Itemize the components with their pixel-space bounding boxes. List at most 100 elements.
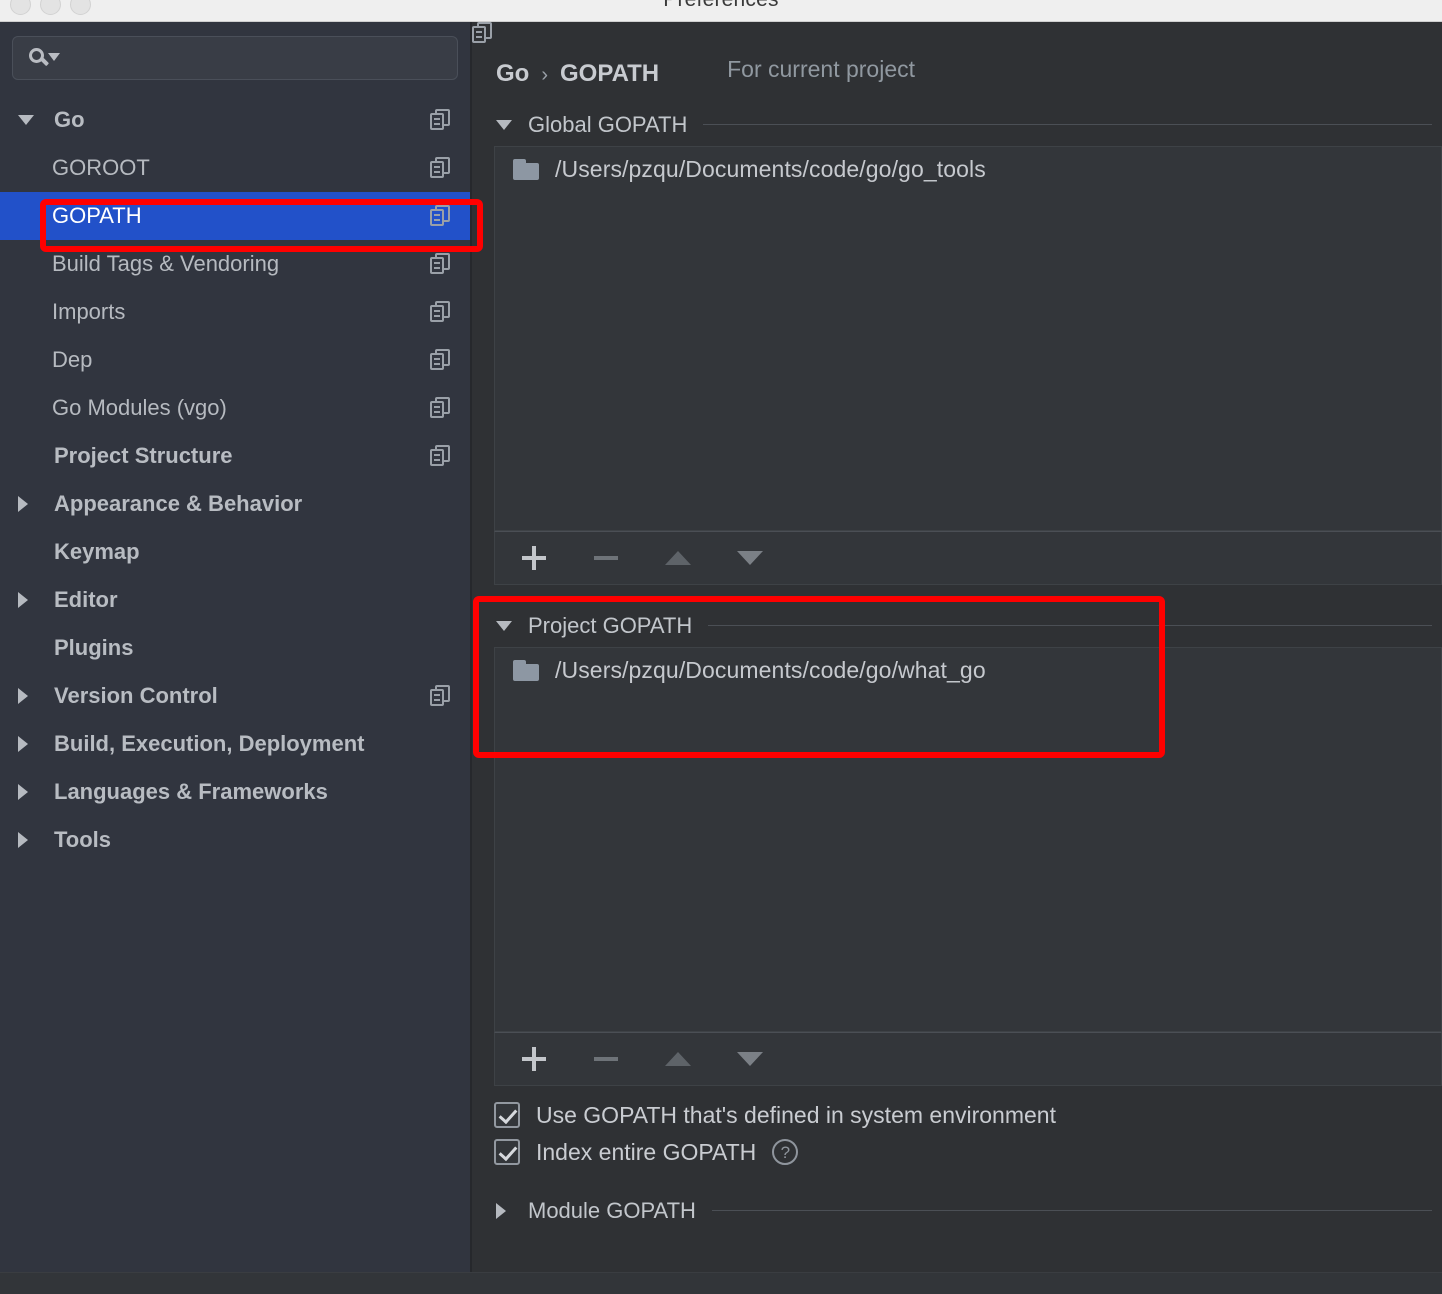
window-title: Preferences xyxy=(0,0,1442,12)
sidebar-item-project-structure[interactable]: Project Structure xyxy=(0,432,470,480)
search-input[interactable] xyxy=(59,48,457,68)
index-entire-gopath-row[interactable]: Index entire GOPATH ? xyxy=(472,1139,1442,1166)
folder-icon xyxy=(513,659,541,682)
move-down-button[interactable] xyxy=(733,541,767,575)
settings-detail-panel: Go › GOPATH For current project Global G… xyxy=(472,22,1442,1272)
sidebar-item-label: GOPATH xyxy=(52,203,142,228)
chevron-right-icon[interactable] xyxy=(18,784,40,800)
help-icon[interactable]: ? xyxy=(772,1139,799,1165)
scope-indicator: For current project xyxy=(472,22,916,83)
sidebar-item-label: GOROOT xyxy=(52,155,150,180)
chevron-right-icon[interactable] xyxy=(18,832,40,848)
move-up-button[interactable] xyxy=(661,541,695,575)
sidebar-item-label: Plugins xyxy=(54,635,134,660)
use-system-gopath-row[interactable]: Use GOPATH that's defined in system envi… xyxy=(472,1102,1442,1129)
list-item[interactable]: /Users/pzqu/Documents/code/go/go_tools xyxy=(495,147,1441,193)
module-gopath-section-header[interactable]: Module GOPATH xyxy=(472,1196,1442,1226)
breadcrumb-current: GOPATH xyxy=(560,59,660,87)
sidebar-item-version-control[interactable]: Version Control xyxy=(0,672,470,720)
sidebar-item-label: Languages & Frameworks xyxy=(54,779,328,804)
chevron-down-icon[interactable] xyxy=(496,119,516,130)
sidebar-item-label: Keymap xyxy=(54,539,140,564)
gopath-entry-path: /Users/pzqu/Documents/code/go/go_tools xyxy=(555,156,986,182)
project-gopath-entry-path: /Users/pzqu/Documents/code/go/what_go xyxy=(555,657,986,683)
copy-icon[interactable] xyxy=(430,205,452,227)
project-gopath-toolbar xyxy=(494,1031,1442,1086)
global-gopath-list[interactable]: /Users/pzqu/Documents/code/go/go_tools xyxy=(494,145,1442,531)
sidebar-item-goroot[interactable]: GOROOT xyxy=(0,144,470,192)
copy-icon[interactable] xyxy=(430,157,452,179)
chevron-right-icon[interactable] xyxy=(18,688,40,704)
folder-icon xyxy=(513,158,541,181)
breadcrumb-root[interactable]: Go xyxy=(496,60,529,88)
copy-icon[interactable] xyxy=(430,397,452,419)
project-gopath-list[interactable]: /Users/pzqu/Documents/code/go/what_go xyxy=(494,646,1442,1032)
settings-tree: Go GOROOT GOPATH Build Tags & Vendoring Impo… xyxy=(0,96,470,864)
module-gopath-title: Module GOPATH xyxy=(528,1197,696,1223)
sidebar-item-label: Project Structure xyxy=(54,443,233,468)
sidebar-item-plugins[interactable]: Plugins xyxy=(0,624,470,672)
sidebar-item-label: Build Tags & Vendoring xyxy=(52,251,280,276)
sidebar-item-build-execution-deployment[interactable]: Build, Execution, Deployment xyxy=(0,720,470,768)
chevron-down-icon[interactable] xyxy=(496,620,516,631)
sidebar-item-label: Appearance & Behavior xyxy=(54,491,303,516)
search-icon xyxy=(29,46,60,70)
global-gopath-title: Global GOPATH xyxy=(528,111,688,137)
remove-project-gopath-button[interactable] xyxy=(589,1042,623,1076)
chevron-right-icon[interactable] xyxy=(18,736,40,752)
add-project-gopath-button[interactable] xyxy=(517,1042,551,1076)
copy-icon[interactable] xyxy=(430,685,452,707)
sidebar-item-editor[interactable]: Editor xyxy=(0,576,470,624)
section-rule xyxy=(708,625,1432,626)
project-gopath-title: Project GOPATH xyxy=(528,612,693,638)
sidebar-item-keymap[interactable]: Keymap xyxy=(0,528,470,576)
sidebar-item-label: Go Modules (vgo) xyxy=(52,395,227,420)
copy-icon[interactable] xyxy=(430,253,452,275)
move-down-button[interactable] xyxy=(733,1042,767,1076)
sidebar-item-go-modules-vgo[interactable]: Go Modules (vgo) xyxy=(0,384,470,432)
breadcrumb: Go › GOPATH For current project xyxy=(472,22,1442,88)
use-system-gopath-checkbox[interactable] xyxy=(494,1102,520,1128)
list-item[interactable]: /Users/pzqu/Documents/code/go/what_go xyxy=(495,648,1441,694)
window-body: Go GOROOT GOPATH Build Tags & Vendoring Impo… xyxy=(0,22,1442,1272)
search-box[interactable] xyxy=(12,36,458,80)
sidebar-item-dep[interactable]: Dep xyxy=(0,336,470,384)
breadcrumb-separator: › xyxy=(541,63,548,86)
window-titlebar: Preferences xyxy=(0,0,1442,22)
sidebar-item-languages-frameworks[interactable]: Languages & Frameworks xyxy=(0,768,470,816)
sidebar-item-build-tags-vendoring[interactable]: Build Tags & Vendoring xyxy=(0,240,470,288)
sidebar-item-label: Version Control xyxy=(54,683,218,708)
sidebar-item-gopath[interactable]: GOPATH xyxy=(0,192,470,240)
remove-gopath-button[interactable] xyxy=(589,541,623,575)
copy-icon[interactable] xyxy=(430,301,452,323)
chevron-right-icon[interactable] xyxy=(18,592,40,608)
chevron-down-icon[interactable] xyxy=(18,115,40,125)
move-up-button[interactable] xyxy=(661,1042,695,1076)
copy-icon[interactable] xyxy=(430,445,452,467)
window-bottom-strip xyxy=(0,1272,1442,1294)
sidebar-item-label: Dep xyxy=(52,347,93,372)
copy-icon[interactable] xyxy=(430,109,452,131)
copy-icon[interactable] xyxy=(430,349,452,371)
index-entire-gopath-checkbox[interactable] xyxy=(494,1139,520,1165)
sidebar-item-label: Go xyxy=(54,107,85,132)
project-gopath-section-header[interactable]: Project GOPATH xyxy=(472,611,1442,641)
sidebar-item-tools[interactable]: Tools xyxy=(0,816,470,864)
section-rule xyxy=(711,1210,1432,1211)
preferences-window: Preferences Go GOROOT GOPATH Build Tags & V… xyxy=(0,0,1442,1294)
sidebar-item-label: Editor xyxy=(54,587,118,612)
chevron-right-icon[interactable] xyxy=(496,1202,516,1219)
sidebar-item-appearance-behavior[interactable]: Appearance & Behavior xyxy=(0,480,470,528)
sidebar-item-label: Imports xyxy=(52,299,126,324)
sidebar-item-label: Build, Execution, Deployment xyxy=(54,731,365,756)
sidebar-item-label: Tools xyxy=(54,827,112,852)
chevron-right-icon[interactable] xyxy=(18,496,40,512)
sidebar-item-imports[interactable]: Imports xyxy=(0,288,470,336)
sidebar-item-go[interactable]: Go xyxy=(0,96,470,144)
copy-icon xyxy=(472,22,717,81)
sidebar-search-wrap xyxy=(0,22,470,80)
global-gopath-section-header[interactable]: Global GOPATH xyxy=(472,110,1442,140)
add-gopath-button[interactable] xyxy=(517,541,551,575)
use-system-gopath-label: Use GOPATH that's defined in system envi… xyxy=(536,1101,1056,1128)
scope-label: For current project xyxy=(727,56,916,82)
